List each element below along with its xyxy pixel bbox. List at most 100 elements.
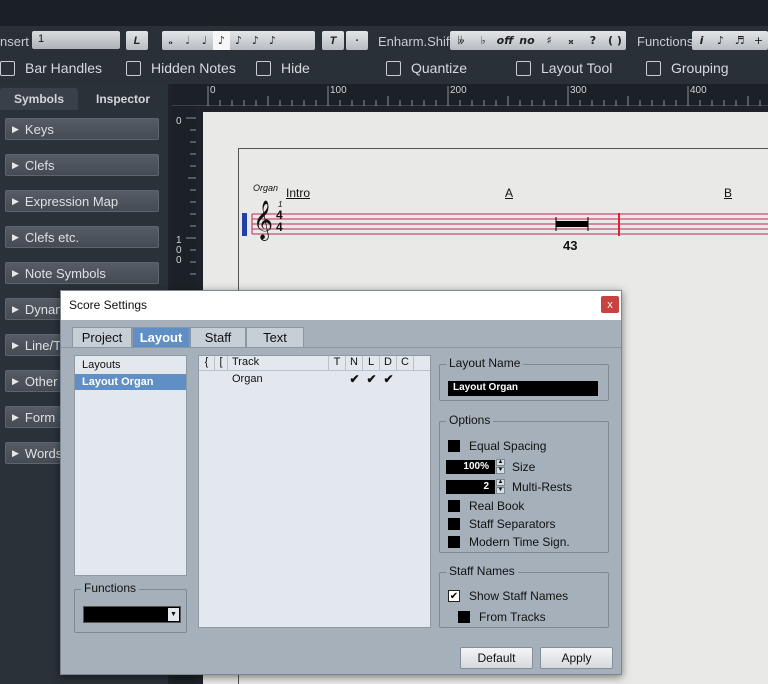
- quantize-option[interactable]: Quantize: [386, 60, 467, 76]
- enharm-no-button[interactable]: no: [516, 31, 538, 50]
- staff-name[interactable]: Organ: [253, 183, 278, 193]
- symbol-group-clefs[interactable]: ▶ Clefs: [5, 154, 159, 176]
- info-function-button[interactable]: i: [692, 31, 711, 50]
- quantize-checkbox[interactable]: [386, 60, 401, 76]
- header-track: Track: [228, 356, 329, 370]
- flip-function-button[interactable]: ♪: [711, 31, 730, 50]
- sixtyfourth-note-button[interactable]: ♪: [264, 31, 281, 50]
- enharm-question-button[interactable]: ?: [582, 31, 604, 50]
- tuplet-button[interactable]: T: [322, 31, 344, 50]
- group-function-button[interactable]: ♬: [730, 31, 749, 50]
- default-button[interactable]: Default: [460, 647, 533, 669]
- symbol-group-note-symbols[interactable]: ▶ Note Symbols: [5, 262, 159, 284]
- from-tracks-option[interactable]: From Tracks: [458, 610, 546, 624]
- tab-project[interactable]: Project: [72, 327, 132, 347]
- insert-label: nsert: [0, 34, 29, 49]
- enharm-doubleflat-button[interactable]: 𝄫: [450, 31, 472, 50]
- symbol-group-keys[interactable]: ▶ Keys: [5, 118, 159, 140]
- half-note-button[interactable]: 𝅗𝅥: [179, 31, 196, 50]
- marker-b[interactable]: B: [724, 186, 732, 200]
- bar-handles-option[interactable]: Bar Handles: [0, 60, 102, 76]
- multirests-spinner[interactable]: 2 ▲ ▼: [446, 479, 505, 494]
- show-staff-names-option[interactable]: ✔ Show Staff Names: [448, 589, 568, 603]
- close-icon[interactable]: x: [601, 296, 619, 313]
- equal-spacing-checkbox[interactable]: [448, 440, 460, 452]
- functions-dropdown[interactable]: ▼: [83, 606, 181, 623]
- spin-down-icon[interactable]: ▼: [496, 467, 505, 474]
- enharm-doublesharp-button[interactable]: 𝄪: [560, 31, 582, 50]
- layout-name-field[interactable]: Layout Organ: [448, 381, 598, 396]
- size-spinner[interactable]: 100% ▲ ▼: [446, 459, 505, 474]
- expand-triangle-icon: ▶: [12, 303, 19, 314]
- quantize-label: Quantize: [411, 60, 468, 76]
- insert-l-button[interactable]: L: [126, 31, 148, 50]
- chevron-down-icon[interactable]: ▼: [168, 608, 179, 621]
- quarter-note-button[interactable]: ♩: [196, 31, 213, 50]
- enharm-sharp-button[interactable]: ♯: [538, 31, 560, 50]
- real-book-checkbox[interactable]: [448, 500, 460, 512]
- sixteenth-note-button[interactable]: ♪: [230, 31, 247, 50]
- staff-separators-option[interactable]: Staff Separators: [448, 517, 556, 531]
- bar-handles-checkbox[interactable]: [0, 60, 15, 76]
- staff-names-group: Staff Names ✔ Show Staff Names From Track…: [439, 564, 609, 628]
- marker-a[interactable]: A: [505, 186, 513, 200]
- ruler-label: 0: [210, 85, 216, 96]
- spin-down-icon[interactable]: ▼: [496, 487, 505, 494]
- modern-time-option[interactable]: Modern Time Sign.: [448, 535, 570, 549]
- time-signature-bottom[interactable]: 4: [276, 221, 283, 233]
- hide-option[interactable]: Hide: [256, 60, 310, 76]
- staff-handle[interactable]: [242, 213, 247, 236]
- tab-divider: [61, 347, 621, 348]
- spin-up-icon[interactable]: ▲: [496, 459, 505, 466]
- more-function-button[interactable]: +: [749, 31, 768, 50]
- symbol-group-label: Clefs etc.: [24, 229, 80, 245]
- spin-up-icon[interactable]: ▲: [496, 479, 505, 486]
- layout-name-legend: Layout Name: [446, 356, 524, 370]
- hide-checkbox[interactable]: [256, 60, 271, 76]
- enharm-paren-button[interactable]: ( ): [604, 31, 626, 50]
- equal-spacing-option[interactable]: Equal Spacing: [448, 439, 546, 453]
- expand-triangle-icon: ▶: [12, 123, 19, 134]
- layouts-list: Layouts Layout Organ: [74, 355, 187, 576]
- l-check-cell[interactable]: ✔: [363, 372, 380, 386]
- layout-tool-checkbox[interactable]: [516, 60, 531, 76]
- apply-button[interactable]: Apply: [540, 647, 613, 669]
- n-check-cell[interactable]: ✔: [346, 372, 363, 386]
- tab-symbols[interactable]: Symbols: [0, 88, 78, 110]
- real-book-option[interactable]: Real Book: [448, 499, 524, 513]
- d-check-cell[interactable]: ✔: [380, 372, 397, 386]
- enharm-off-button[interactable]: off: [494, 31, 516, 50]
- tab-staff[interactable]: Staff: [190, 327, 246, 347]
- tracks-table: { [ Track T N L D C Organ ✔ ✔ ✔: [198, 355, 431, 628]
- horizontal-ruler: 0 100 200 300 400: [172, 84, 768, 106]
- grouping-label: Grouping: [671, 60, 729, 76]
- modern-time-checkbox[interactable]: [448, 536, 460, 548]
- tab-layout[interactable]: Layout: [132, 327, 190, 347]
- symbol-group-expression-map[interactable]: ▶ Expression Map: [5, 190, 159, 212]
- whole-note-button[interactable]: 𝅝: [162, 31, 179, 50]
- modern-time-label: Modern Time Sign.: [469, 535, 570, 549]
- hidden-notes-checkbox[interactable]: [126, 60, 141, 76]
- thirtysecond-note-button[interactable]: ♪: [247, 31, 264, 50]
- grouping-checkbox[interactable]: [646, 60, 661, 76]
- show-staff-names-checkbox[interactable]: ✔: [448, 590, 460, 602]
- insert-field[interactable]: 1: [32, 31, 120, 49]
- expand-triangle-icon: ▶: [12, 195, 19, 206]
- layout-item-organ[interactable]: Layout Organ: [75, 374, 186, 390]
- multirests-value[interactable]: 2: [446, 479, 495, 494]
- grouping-option[interactable]: Grouping: [646, 60, 729, 76]
- dialog-title: Score Settings: [61, 291, 621, 320]
- symbol-group-clefs-etc[interactable]: ▶ Clefs etc.: [5, 226, 159, 248]
- layout-tool-option[interactable]: Layout Tool: [516, 60, 612, 76]
- hidden-notes-option[interactable]: Hidden Notes: [126, 60, 236, 76]
- size-value[interactable]: 100%: [446, 459, 495, 474]
- enharm-flat-button[interactable]: ♭: [472, 31, 494, 50]
- from-tracks-checkbox[interactable]: [458, 611, 470, 623]
- table-row[interactable]: Organ ✔ ✔ ✔: [199, 371, 430, 386]
- eighth-note-button[interactable]: ♪: [213, 31, 230, 50]
- tab-inspector[interactable]: Inspector: [78, 88, 168, 110]
- dotted-button[interactable]: ·: [346, 31, 368, 50]
- tab-text[interactable]: Text: [246, 327, 304, 347]
- staff-separators-checkbox[interactable]: [448, 518, 460, 530]
- marker-intro[interactable]: Intro: [286, 186, 310, 200]
